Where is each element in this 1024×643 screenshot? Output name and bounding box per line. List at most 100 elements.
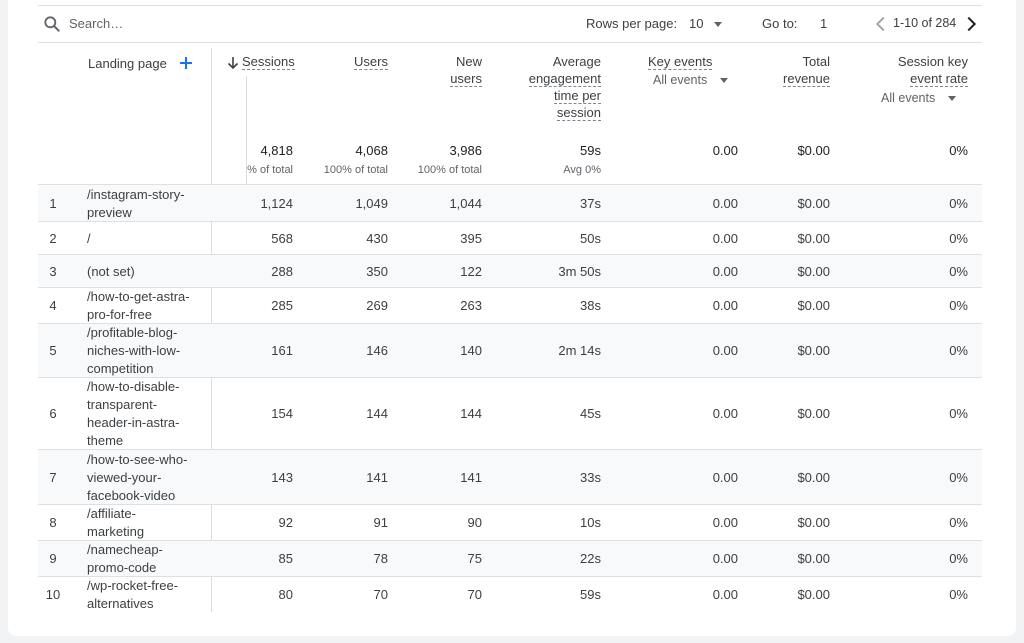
landing-page-link[interactable]: /how-to-disable-transparent-header-in-as… (87, 378, 199, 450)
column-header-total-revenue[interactable]: Total revenue (768, 53, 830, 87)
cell-key-events: 0.00 (712, 515, 738, 530)
table-row[interactable]: 5/profitable-blog-niches-with-low-compet… (38, 323, 982, 377)
cell-aet: 50s (580, 230, 601, 246)
new-users-header-line2: users (450, 71, 482, 87)
cell-users: 141 (366, 469, 388, 485)
chevron-right-icon[interactable] (960, 13, 982, 35)
cell-sessions: 92 (278, 515, 293, 530)
table-row[interactable]: 7/how-to-see-who-viewed-your-facebook-vi… (38, 449, 982, 504)
aet-header-line2: engagement (528, 71, 601, 87)
cell-users: 1,049 (355, 195, 388, 211)
landing-page-link[interactable]: / (87, 230, 199, 248)
revenue-header-line2: revenue (783, 71, 830, 87)
column-header-landing-page[interactable]: Landing page (88, 55, 167, 72)
aet-header-line4: session (556, 105, 601, 121)
total-sessions: 4,818 (260, 143, 293, 158)
cell-skr: 0% (949, 406, 968, 421)
report-table-card: Search… Rows per page: 10 Go to: 1 1-10 … (8, 0, 1016, 636)
column-header-new-users[interactable]: New users (422, 53, 482, 87)
cell-sessions: 161 (271, 343, 293, 358)
cell-skr: 0% (949, 298, 968, 313)
landing-page-link[interactable]: /how-to-get-astra-pro-for-free (87, 288, 199, 324)
cell-new-users: 75 (467, 551, 482, 566)
column-header-key-events[interactable]: Key events (648, 53, 713, 70)
cell-users: 78 (373, 551, 388, 566)
total-session-key-event-rate: 0% (949, 143, 968, 158)
landing-page-link[interactable]: /how-to-see-who-viewed-your-facebook-vid… (87, 451, 199, 505)
new-users-header-line1: New (455, 54, 482, 69)
rows-per-page-select[interactable]: 10 (689, 16, 703, 31)
cell-key-events: 0.00 (712, 469, 738, 485)
landing-page-link[interactable]: (not set) (87, 263, 199, 281)
landing-page-link[interactable]: /wp-rocket-free-alternatives (87, 577, 199, 613)
row-index: 7 (49, 469, 57, 485)
skr-filter[interactable]: All events (881, 91, 935, 105)
pagination-range: 1-10 of 284 (893, 16, 957, 30)
cell-revenue: $0.00 (797, 343, 830, 358)
key-events-filter[interactable]: All events (653, 73, 707, 87)
cell-key-events: 0.00 (712, 230, 738, 246)
cell-key-events: 0.00 (712, 343, 738, 358)
users-header-label: Users (354, 54, 388, 70)
landing-page-link[interactable]: /affiliate-marketing (87, 505, 199, 541)
add-icon[interactable] (179, 56, 193, 70)
cell-new-users: 144 (460, 406, 482, 421)
table-row[interactable]: 10/wp-rocket-free-alternatives 80 70 70 59s 0… (38, 576, 982, 612)
search-input[interactable]: Search… (69, 16, 123, 31)
arrow-down-icon[interactable] (227, 56, 239, 70)
table-row[interactable]: 1/instagram-story-preview 1,124 1,049 1,044… (38, 184, 982, 221)
cell-revenue: $0.00 (797, 515, 830, 530)
cell-users: 350 (366, 263, 388, 279)
landing-page-link[interactable]: /profitable-blog-niches-with-low-competi… (87, 324, 199, 378)
cell-revenue: $0.00 (797, 587, 830, 602)
table-row[interactable]: 8/affiliate-marketing 92 91 90 10s 0.00 $0.00 0… (38, 504, 982, 540)
landing-page-link[interactable]: /instagram-story-preview (87, 186, 199, 222)
total-aet-sub: Avg 0% (563, 164, 601, 176)
table-row[interactable]: 4/how-to-get-astra-pro-for-free 285 269 263… (38, 287, 982, 323)
cell-sessions: 285 (271, 298, 293, 313)
column-header-users[interactable]: Users (328, 53, 388, 70)
cell-users: 430 (366, 230, 388, 246)
total-revenue: $0.00 (797, 143, 830, 158)
chevron-left-icon[interactable] (870, 13, 892, 35)
total-users: 4,068 (355, 143, 388, 158)
total-aet: 59s (580, 143, 601, 158)
cell-sessions: 80 (278, 587, 293, 602)
total-new-users: 3,986 (449, 143, 482, 158)
cell-aet: 33s (580, 469, 601, 485)
cell-skr: 0% (949, 515, 968, 530)
cell-sessions: 568 (271, 230, 293, 246)
column-header-session-key-event-rate[interactable]: Session key event rate (878, 53, 968, 87)
cell-revenue: $0.00 (797, 406, 830, 421)
cell-aet: 10s (580, 515, 601, 530)
cell-key-events: 0.00 (712, 263, 738, 279)
column-header-avg-engagement-time[interactable]: Average engagement time per session (501, 53, 601, 121)
column-header-sessions[interactable]: Sessions (242, 53, 295, 70)
skr-header-line1: Session key (897, 54, 968, 69)
sessions-header-label: Sessions (242, 54, 295, 70)
row-index: 3 (49, 263, 57, 279)
skr-header-line2: event rate (910, 71, 968, 87)
cell-revenue: $0.00 (797, 263, 830, 279)
cell-revenue: $0.00 (797, 230, 830, 246)
caret-down-icon[interactable] (720, 78, 728, 83)
cell-skr: 0% (949, 230, 968, 246)
goto-label: Go to: (762, 16, 798, 31)
row-index: 10 (45, 587, 61, 602)
goto-input[interactable]: 1 (820, 16, 827, 31)
table-row[interactable]: 6/how-to-disable-transparent-header-in-a… (38, 377, 982, 449)
table-row[interactable]: 3 (not set) 288 350 122 3m 50s 0.00 $0.00 0% (38, 254, 982, 287)
landing-page-link[interactable]: /namecheap-promo-code (87, 541, 199, 577)
cell-aet: 59s (580, 587, 601, 602)
table-row[interactable]: 9/namecheap-promo-code 85 78 75 22s 0.00 $0.00… (38, 540, 982, 576)
caret-down-icon[interactable] (948, 96, 956, 101)
aet-header-line1: Average (552, 54, 601, 69)
cell-skr: 0% (949, 551, 968, 566)
table-row[interactable]: 2 / 568 430 395 50s 0.00 $0.00 0% (38, 221, 982, 254)
cell-skr: 0% (949, 263, 968, 279)
total-key-events: 0.00 (712, 143, 738, 158)
cell-key-events: 0.00 (712, 406, 738, 421)
search-icon[interactable] (42, 14, 62, 34)
cell-new-users: 263 (460, 298, 482, 313)
caret-down-icon[interactable] (714, 22, 722, 27)
